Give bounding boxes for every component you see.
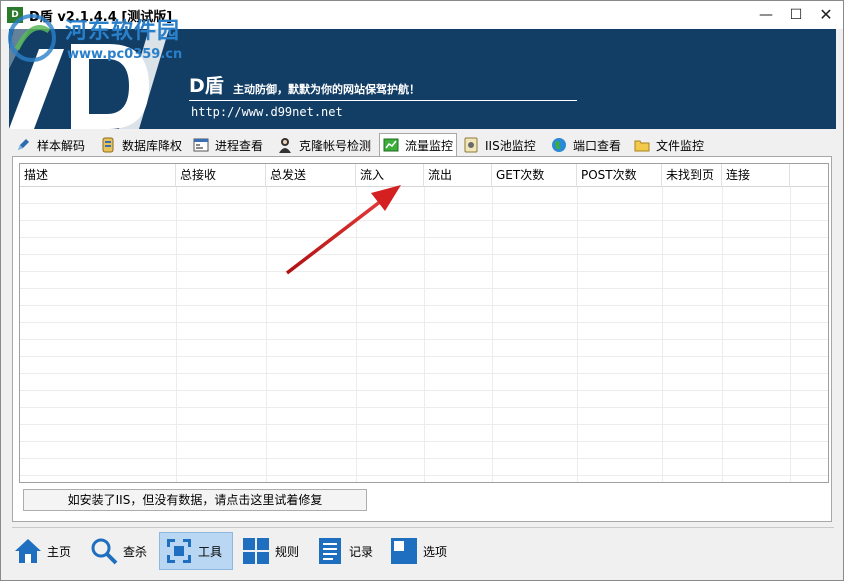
column-header-description[interactable]: 描述 [20,164,176,187]
tab-label: 端口查看 [573,138,622,153]
table-row [20,238,828,255]
table-row [20,204,828,221]
toolbar-label: 查杀 [123,544,148,559]
tab-process-view[interactable]: 进程查看 [193,134,263,156]
tab-traffic-monitor[interactable]: 流量监控 [379,133,458,156]
table-header: 描述 总接收 总发送 流入 流出 GET次数 POST次数 未找到页 连接 [20,164,828,187]
toolbar-divider [12,527,834,528]
table-body [20,187,828,482]
tab-sample-decode[interactable]: 样本解码 [15,134,85,156]
log-icon [315,536,345,566]
table-row [20,306,828,323]
table-row [20,221,828,238]
tab-iis-pool-monitor[interactable]: IIS池监控 [463,134,536,156]
table-row [20,357,828,374]
close-button[interactable]: ✕ [811,1,841,29]
toolbar-tools-button[interactable]: 工具 [159,532,233,570]
tab-label: 流量监控 [405,138,454,153]
banner-divider [189,100,577,101]
table-row [20,442,828,459]
tab-database-privilege[interactable]: 数据库降权 [100,134,182,156]
table-row [20,255,828,272]
rules-grid-icon [241,536,271,566]
tab-label: 进程查看 [215,138,264,153]
home-icon [13,536,43,566]
toolbar-rules-button[interactable]: 规则 [241,532,305,570]
table-row [20,272,828,289]
tab-label: 数据库降权 [122,138,183,153]
tab-port-view[interactable]: 端口查看 [551,134,621,156]
globe-icon [551,137,567,153]
watermark-logo-icon [8,14,56,62]
table-row [20,187,828,204]
product-slogan: 主动防御，默默为你的网站保驾护航！ [233,83,420,96]
tab-label: 样本解码 [37,138,86,153]
database-icon [100,137,116,153]
column-header-connections[interactable]: 连接 [722,164,790,187]
tools-icon [164,536,194,566]
user-clone-icon [277,137,293,153]
column-header-post-count[interactable]: POST次数 [577,164,662,187]
minimize-button[interactable]: — [751,1,781,29]
table-row [20,459,828,476]
table-row [20,391,828,408]
product-name: D盾 [189,75,224,97]
tab-label: 文件监控 [656,138,705,153]
toolbar-options-button[interactable]: 选项 [389,532,453,570]
column-header-total-received[interactable]: 总接收 [176,164,266,187]
toolbar-label: 工具 [198,544,223,559]
table-row [20,289,828,306]
toolbar-label: 记录 [349,544,374,559]
toolbar-label: 选项 [423,544,448,559]
website-link[interactable]: http://www.d99net.net [191,105,343,119]
table-row [20,340,828,357]
folder-icon [634,137,650,153]
traffic-chart-icon [383,137,399,153]
toolbar-label: 主页 [47,544,72,559]
app-window: D D盾 v2.1.4.4 [测试版] — ☐ ✕ D盾 主动防御，默默为你的网… [0,0,844,581]
options-icon [389,536,419,566]
table-row [20,374,828,391]
repair-iis-button[interactable]: 如安装了IIS，但没有数据，请点击这里试着修复 [23,489,367,511]
toolbar-home-button[interactable]: 主页 [13,532,77,570]
table-row [20,323,828,340]
traffic-table[interactable]: 描述 总接收 总发送 流入 流出 GET次数 POST次数 未找到页 连接 [19,163,829,483]
toolbar-label: 规则 [275,544,300,559]
tab-label: 克隆帐号检测 [299,138,372,153]
annotation-arrow-icon [285,185,401,275]
watermark-text: 河东软件园 [65,19,181,44]
iis-pool-icon [463,137,479,153]
toolbar-scan-button[interactable]: 查杀 [89,532,153,570]
table-row [20,408,828,425]
toolbar-log-button[interactable]: 记录 [315,532,379,570]
tab-label: IIS池监控 [485,138,536,153]
tab-clone-account-check[interactable]: 克隆帐号检测 [277,134,371,156]
column-header-outbound[interactable]: 流出 [424,164,492,187]
window-icon [193,137,209,153]
maximize-button[interactable]: ☐ [781,1,811,29]
column-header-not-found[interactable]: 未找到页 [662,164,722,187]
tab-file-monitor[interactable]: 文件监控 [634,134,704,156]
watermark-url: www.pc0359.cn [67,47,183,62]
column-header-get-count[interactable]: GET次数 [492,164,577,187]
pen-icon [15,137,31,153]
tool-tabs: 样本解码 数据库降权 进程查看 克隆帐号检测 流量监控 IIS池监控 端口查看 … [15,133,835,156]
traffic-monitor-panel: 描述 总接收 总发送 流入 流出 GET次数 POST次数 未找到页 连接 如安… [12,156,832,522]
search-icon [89,536,119,566]
table-row [20,425,828,442]
